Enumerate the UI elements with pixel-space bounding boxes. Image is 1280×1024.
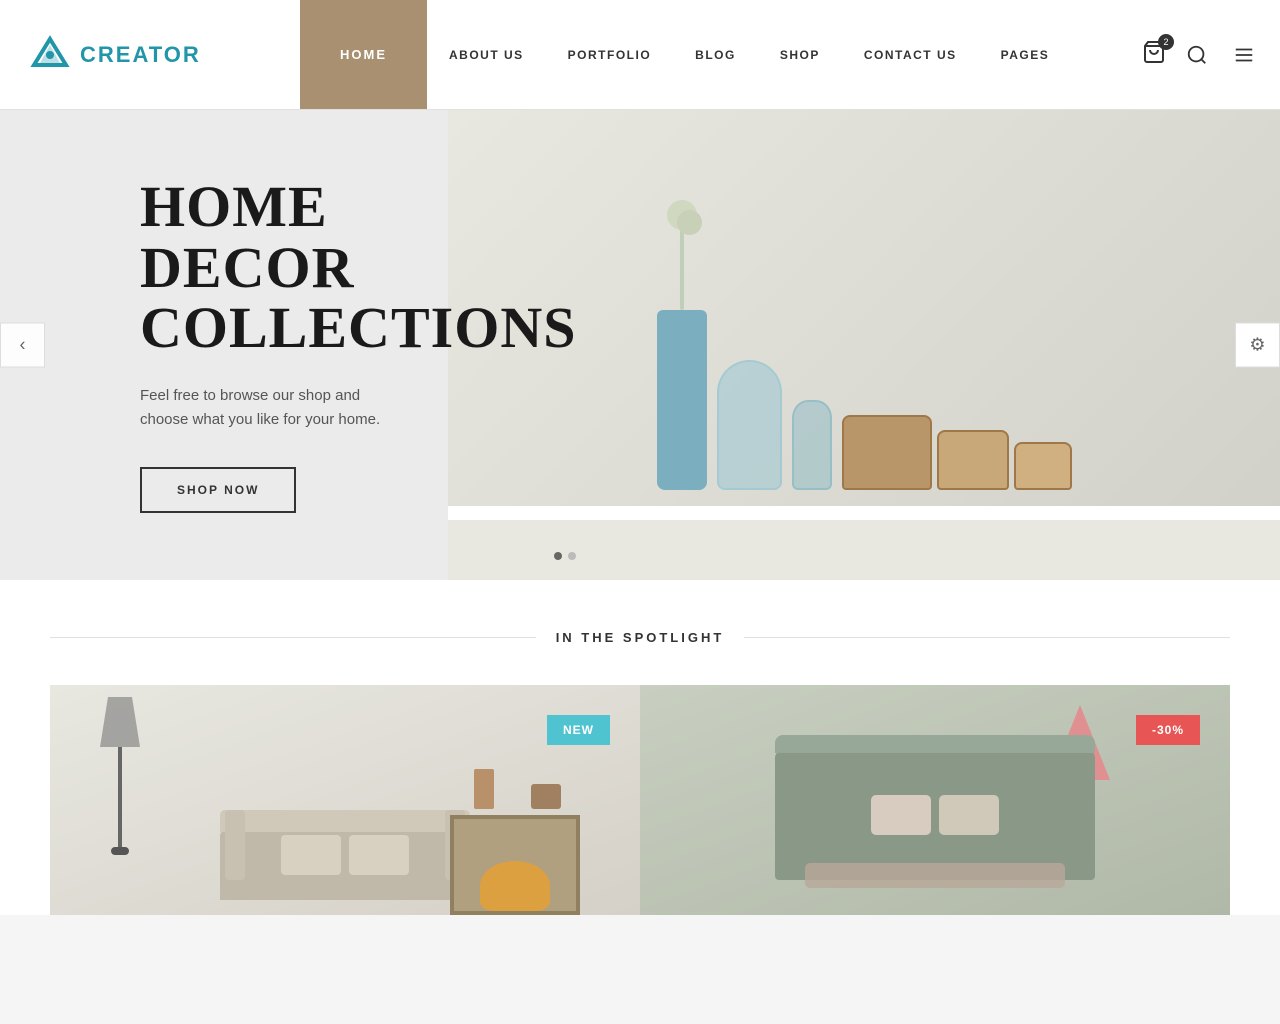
spotlight-header: IN THE SPOTLIGHT — [50, 630, 1230, 645]
products-grid: NEW — [50, 685, 1230, 915]
nav-item-contact[interactable]: CONTACT US — [842, 0, 979, 109]
cart-button[interactable]: 2 — [1142, 40, 1166, 69]
slider-prev-button[interactable]: ‹ — [0, 323, 45, 368]
main-nav: ABOUT US PORTFOLIO BLOG SHOP CONTACT US … — [427, 0, 1122, 109]
nav-item-shop[interactable]: SHOP — [758, 0, 842, 109]
vase-medium — [717, 360, 782, 490]
menu-button[interactable] — [1228, 39, 1260, 71]
nav-item-pages[interactable]: PAGES — [979, 0, 1072, 109]
spotlight-title: IN THE SPOTLIGHT — [556, 630, 725, 645]
vase-small — [792, 400, 832, 490]
vase-tall — [657, 310, 707, 490]
spotlight-line-left — [50, 637, 536, 638]
hero-subtitle: Feel free to browse our shop andchoose w… — [140, 384, 520, 432]
nav-item-blog[interactable]: BLOG — [673, 0, 758, 109]
baskets-group — [842, 415, 1072, 490]
product-card-2[interactable]: -30% — [640, 685, 1230, 915]
slider-dot-2[interactable] — [568, 552, 576, 560]
hero-content: HOME DECOR COLLECTIONS Feel free to brow… — [0, 177, 520, 514]
spotlight-line-right — [744, 637, 1230, 638]
cart-count: 2 — [1158, 34, 1174, 50]
site-header: CREATOR HOME ABOUT US PORTFOLIO BLOG SHO… — [0, 0, 1280, 110]
badge-new: NEW — [547, 715, 610, 745]
header-icons: 2 — [1122, 0, 1280, 109]
nav-item-portfolio[interactable]: PORTFOLIO — [546, 0, 674, 109]
search-button[interactable] — [1181, 39, 1213, 71]
slider-dots — [554, 552, 576, 560]
fireplace — [450, 815, 580, 915]
nav-item-home[interactable]: HOME — [300, 0, 427, 109]
creator-logo-icon — [30, 35, 70, 75]
spotlight-section: IN THE SPOTLIGHT NEW — [0, 580, 1280, 915]
slider-dot-1[interactable] — [554, 552, 562, 560]
shop-now-button[interactable]: SHOP NOW — [140, 467, 296, 513]
hero-section: ‹ HOME DECOR COLLECTIONS Feel free to br… — [0, 110, 1280, 580]
badge-sale: -30% — [1136, 715, 1200, 745]
nav-item-about[interactable]: ABOUT US — [427, 0, 546, 109]
hero-title: HOME DECOR COLLECTIONS — [140, 177, 520, 360]
logo-area: CREATOR — [0, 0, 300, 109]
settings-float-button[interactable]: ⚙ — [1235, 323, 1280, 368]
logo-text: CREATOR — [80, 42, 201, 68]
product-card-1[interactable]: NEW — [50, 685, 640, 915]
